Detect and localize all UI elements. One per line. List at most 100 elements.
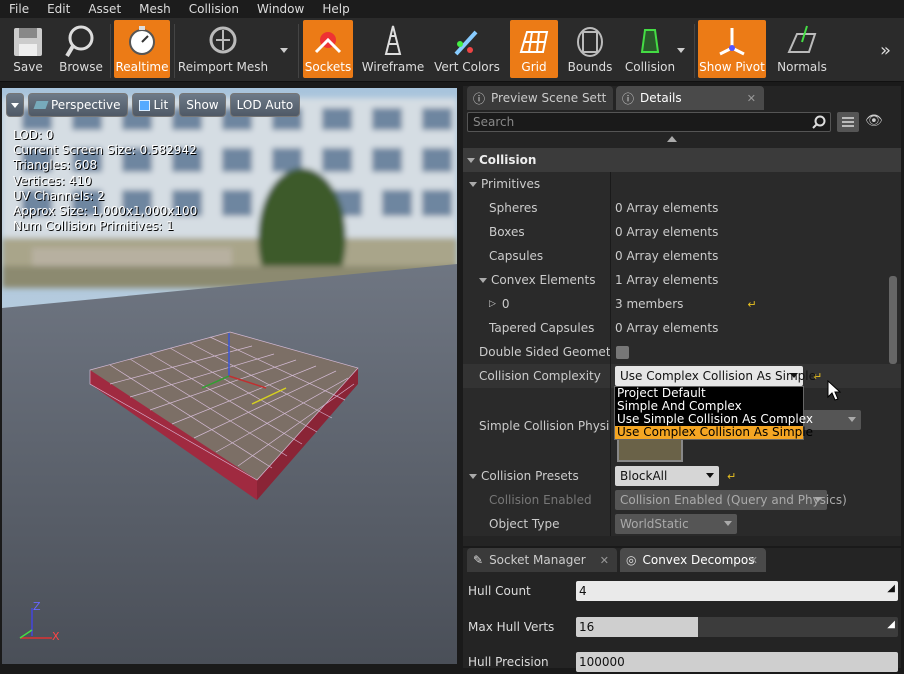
menu-window[interactable]: Window — [248, 2, 313, 16]
menu-help[interactable]: Help — [313, 2, 358, 16]
lod-button[interactable]: LOD Auto — [229, 93, 301, 117]
vert-colors-button[interactable]: Vert Colors — [434, 20, 500, 78]
reimport-icon — [209, 26, 237, 54]
double-sided-checkbox[interactable] — [616, 345, 629, 359]
magnifier-icon — [65, 25, 94, 58]
chevron-down-icon — [467, 157, 475, 163]
view-options-button[interactable] — [837, 112, 859, 132]
info-icon: ⓘ — [473, 91, 486, 106]
prop-convex-elements[interactable]: Convex Elements 1 Array elements — [463, 268, 901, 292]
menu-file[interactable]: File — [0, 2, 38, 16]
main-toolbar: Save Browse Realtime Reimport Mesh Socke… — [0, 18, 904, 82]
collision-button[interactable]: Collision — [622, 20, 678, 78]
save-button[interactable]: Save — [2, 20, 54, 78]
stat-approx-size: Approx Size: 1,000x1,000x100 — [13, 204, 198, 219]
menu-edit[interactable]: Edit — [38, 2, 79, 16]
hull-count-input[interactable]: 4 ◢ — [576, 581, 898, 601]
collision-complexity-options[interactable]: Project Default Simple And Complex Use S… — [614, 386, 813, 440]
normals-icon — [787, 25, 817, 53]
resize-grip-icon: ◢ — [887, 619, 895, 630]
category-collision[interactable]: Collision — [463, 148, 901, 172]
chevron-down-icon — [469, 181, 477, 187]
list-icon — [842, 117, 854, 127]
prop-object-type[interactable]: Object Type WorldStatic — [463, 512, 901, 536]
close-icon[interactable]: ✕ — [749, 554, 758, 567]
reset-icon[interactable]: ↵ — [747, 298, 756, 311]
toolbar-overflow-icon[interactable]: » — [880, 40, 891, 61]
normals-button[interactable]: Normals — [776, 20, 828, 78]
menu-collision[interactable]: Collision — [180, 2, 248, 16]
stat-screen-size: Current Screen Size: 0.582942 — [13, 143, 197, 158]
prop-tapered-capsules[interactable]: Tapered Capsules 0 Array elements — [463, 316, 901, 340]
mesh-viewport[interactable]: Perspective Lit Show LOD Auto LOD: 0 Cur… — [2, 88, 457, 664]
chevron-down-icon — [790, 373, 798, 378]
menu-asset[interactable]: Asset — [79, 2, 130, 16]
chevron-down-icon — [469, 473, 477, 479]
dropper-icon — [454, 30, 478, 56]
perspective-icon — [33, 101, 49, 109]
collision-presets-select[interactable]: BlockAll — [615, 466, 719, 486]
lit-button[interactable]: Lit — [131, 93, 176, 117]
chevron-down-icon — [479, 277, 487, 283]
perspective-button[interactable]: Perspective — [28, 93, 128, 117]
hull-precision-slider[interactable]: 100000 — [576, 652, 898, 672]
search-icon — [812, 115, 826, 129]
reimport-mesh-button[interactable]: Reimport Mesh — [178, 20, 268, 78]
slider-fill — [576, 617, 699, 637]
max-hull-verts-row: Max Hull Verts 16 ◢ — [463, 615, 901, 639]
cube-icon — [138, 99, 150, 111]
prop-boxes[interactable]: Boxes 0 Array elements — [463, 220, 901, 244]
socket-icon: ✎ — [473, 553, 484, 567]
browse-button[interactable]: Browse — [56, 20, 106, 78]
bounds-button[interactable]: Bounds — [566, 20, 614, 78]
tab-preview-scene-settings[interactable]: ⓘ Preview Scene Sett — [467, 86, 613, 110]
collision-enabled-select[interactable]: Collision Enabled (Query and Physics) — [615, 490, 847, 510]
chevron-down-icon — [706, 473, 714, 478]
reset-icon[interactable]: ↵ — [727, 470, 736, 483]
convex-icon: ◎ — [626, 553, 637, 567]
viewport-toolbar: Perspective Lit Show LOD Auto — [6, 93, 301, 117]
tab-convex-decomposition[interactable]: ◎ Convex Decompos ✕ — [620, 548, 766, 572]
close-icon[interactable]: ✕ — [600, 554, 609, 567]
prop-collision-enabled[interactable]: Collision Enabled Collision Enabled (Quer… — [463, 488, 901, 512]
grid-button[interactable]: Grid — [510, 20, 558, 78]
info-icon: ⓘ — [622, 91, 635, 106]
collision-complexity-select[interactable]: Use Complex Collision As Simple — [615, 366, 816, 386]
details-search-input[interactable]: Search — [467, 112, 831, 132]
stat-lod: LOD: 0 — [13, 128, 54, 142]
hull-precision-row: Hull Precision 100000 — [463, 650, 901, 674]
stat-triangles: Triangles: 608 — [13, 158, 98, 173]
prop-collision-presets[interactable]: Collision Presets BlockAll ↵ — [463, 464, 901, 488]
prop-convex-element-0[interactable]: ▷ 0 3 members ↵ — [463, 292, 901, 316]
show-button[interactable]: Show — [179, 93, 226, 117]
collision-dropdown-icon[interactable] — [677, 48, 685, 53]
viewport-stats: LOD: 0 Current Screen Size: 0.582942 Tri… — [13, 128, 197, 234]
menu-mesh[interactable]: Mesh — [130, 2, 180, 16]
prop-double-sided[interactable]: Double Sided Geometry — [463, 340, 901, 364]
viewport-options-button[interactable] — [6, 93, 24, 117]
reimport-dropdown-icon[interactable] — [280, 48, 288, 53]
show-pivot-button[interactable]: Show Pivot — [698, 20, 766, 78]
resize-grip-icon: ◢ — [887, 583, 895, 594]
tab-details[interactable]: ⓘ Details ✕ — [616, 86, 764, 110]
tab-socket-manager[interactable]: ✎ Socket Manager ✕ — [467, 548, 617, 572]
chevron-right-icon[interactable]: ▷ — [489, 299, 496, 309]
chevron-down-icon — [724, 521, 732, 526]
chevron-down-icon — [11, 102, 19, 108]
prop-primitives[interactable]: Primitives — [463, 172, 901, 196]
details-scrollbar[interactable] — [889, 276, 897, 364]
max-hull-verts-slider[interactable]: 16 ◢ — [576, 617, 898, 637]
collapse-arrow-icon[interactable] — [667, 136, 677, 142]
wireframe-button[interactable]: Wireframe — [362, 20, 424, 78]
prop-capsules[interactable]: Capsules 0 Array elements — [463, 244, 901, 268]
close-icon[interactable]: ✕ — [747, 92, 756, 105]
realtime-button[interactable]: Realtime — [114, 20, 170, 78]
mouse-cursor-icon — [827, 380, 841, 401]
object-type-select[interactable]: WorldStatic — [615, 514, 737, 534]
eye-icon[interactable]: 👁 — [865, 113, 883, 129]
prop-spheres[interactable]: Spheres 0 Array elements — [463, 196, 901, 220]
chevron-down-icon — [814, 497, 822, 502]
sockets-button[interactable]: Sockets — [303, 20, 353, 78]
option-use-complex-as-simple[interactable]: Use Complex Collision As Simple — [615, 426, 813, 439]
stat-vertices: Vertices: 410 — [13, 173, 92, 188]
